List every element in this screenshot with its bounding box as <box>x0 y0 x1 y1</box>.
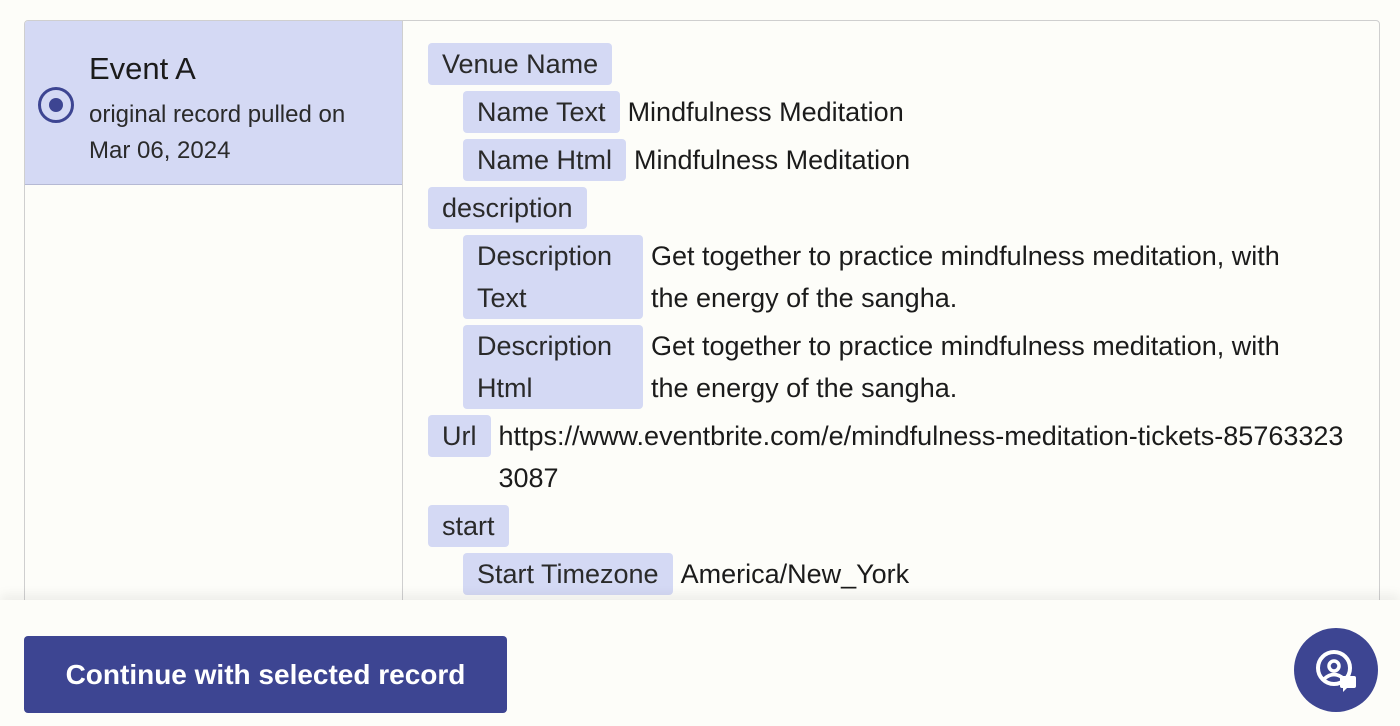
record-subtitle: original record pulled on Mar 06, 2024 <box>89 101 346 164</box>
field-row-name-text: Name Text Mindfulness Meditation <box>428 91 1379 133</box>
record-selection-panel: Event A original record pulled on Mar 06… <box>24 20 1380 660</box>
field-row-url: Url https://www.eventbrite.com/e/mindful… <box>428 415 1379 499</box>
field-key-start: start <box>428 505 509 547</box>
field-row-name-html: Name Html Mindfulness Meditation <box>428 139 1379 181</box>
field-key-description-text: Description Text <box>463 235 643 319</box>
field-key-start-timezone: Start Timezone <box>463 553 673 595</box>
radio-selected-icon[interactable] <box>38 87 74 123</box>
record-option-event-a[interactable]: Event A original record pulled on Mar 06… <box>25 21 402 185</box>
field-key-name-html: Name Html <box>463 139 627 181</box>
field-value-name-html: Mindfulness Meditation <box>634 145 911 175</box>
field-key-description-html: Description Html <box>463 325 643 409</box>
field-row-description: description <box>428 187 1379 229</box>
field-row-start: start <box>428 505 1379 547</box>
field-value-description-html: Get together to practice mindfulness med… <box>651 331 1280 403</box>
field-key-url: Url <box>428 415 491 457</box>
field-value-start-timezone: America/New_York <box>680 559 910 589</box>
field-row-description-html: Description Html Get together to practic… <box>428 325 1379 409</box>
record-title: Event A <box>89 51 196 86</box>
field-value-name-text: Mindfulness Meditation <box>627 97 904 127</box>
support-chat-button[interactable] <box>1294 628 1378 712</box>
field-row-description-text: Description Text Get together to practic… <box>428 235 1379 319</box>
field-row-start-timezone: Start Timezone America/New_York <box>428 553 1379 595</box>
field-value-url: https://www.eventbrite.com/e/mindfulness… <box>498 421 1344 493</box>
support-chat-icon <box>1316 650 1356 692</box>
footer-bar: Continue with selected record <box>0 600 1400 726</box>
field-key-description: description <box>428 187 587 229</box>
record-details: Venue Name Name Text Mindfulness Meditat… <box>404 21 1379 659</box>
record-list: Event A original record pulled on Mar 06… <box>25 21 403 659</box>
continue-button[interactable]: Continue with selected record <box>24 636 507 713</box>
radio-dot <box>49 98 63 112</box>
field-value-description-text: Get together to practice mindfulness med… <box>651 241 1280 313</box>
field-key-name-text: Name Text <box>463 91 620 133</box>
field-key-venue-name: Venue Name <box>428 43 613 85</box>
field-row-venue-name: Venue Name <box>428 43 1379 85</box>
